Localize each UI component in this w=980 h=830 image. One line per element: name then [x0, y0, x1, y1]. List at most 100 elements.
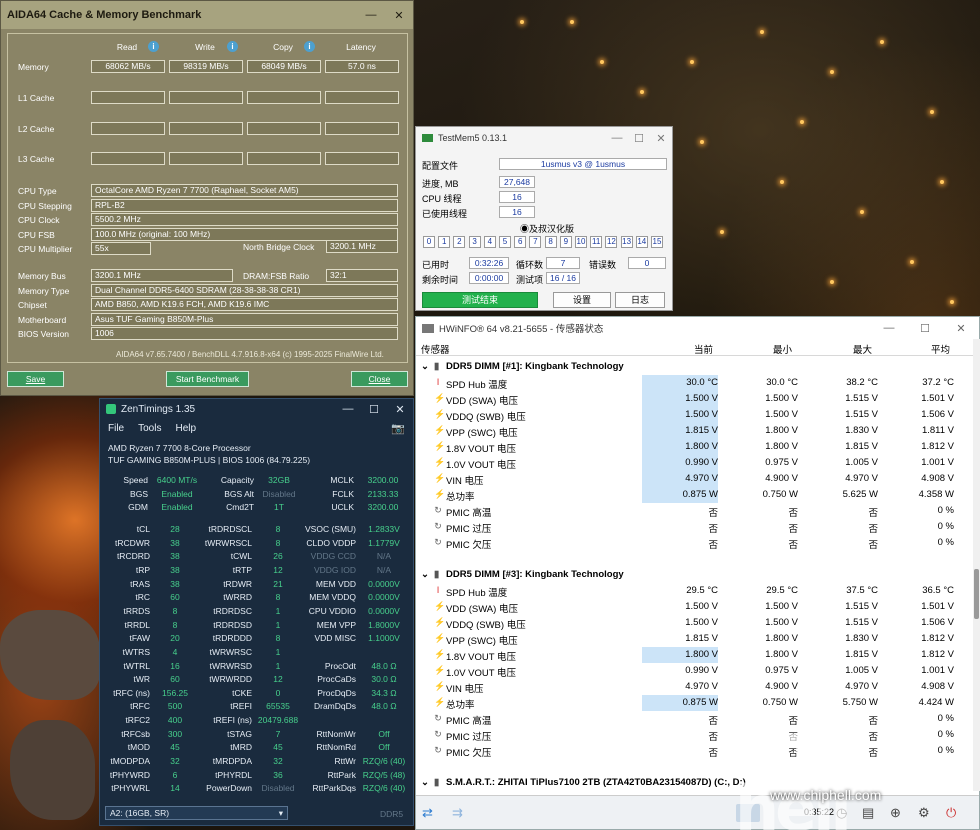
close-icon[interactable]: ✕ — [385, 1, 413, 29]
testmem5-titlebar[interactable]: TestMem5 0.13.1 — ☐ ✕ — [416, 127, 672, 149]
close-icon[interactable]: ✕ — [650, 127, 672, 149]
testmem5-window[interactable]: TestMem5 0.13.1 — ☐ ✕ 配置文件 1usmus v3 @ 1us… — [415, 126, 673, 311]
sensor-row[interactable]: ⚡ 1.0V VOUT 电压 0.990 V 0.975 V 1.005 V 1.001 … — [416, 455, 973, 471]
camera-icon[interactable]: 📷 — [391, 422, 405, 435]
maximize-icon[interactable]: ☐ — [907, 317, 943, 339]
maximize-icon[interactable]: ☐ — [628, 127, 650, 149]
sensor-min: 1.500 V — [765, 393, 798, 404]
info-icon[interactable]: i — [304, 41, 315, 52]
ember-spark — [780, 180, 784, 184]
col-max[interactable]: 最大 — [853, 342, 872, 356]
sensor-row[interactable]: ⚡ VIN 电压 4.970 V 4.900 V 4.970 V 4.908 V — [416, 471, 973, 487]
nb-clock-value: 3200.1 MHz — [326, 240, 398, 253]
log-button[interactable]: 日志 — [615, 292, 665, 308]
sensor-row[interactable]: ⚡ 总功率 0.875 W 0.750 W 5.750 W 4.424 W — [416, 695, 973, 711]
collapse-chevron-icon[interactable]: ⌄ — [421, 777, 429, 788]
status-icon: ↻ — [434, 729, 442, 739]
sensor-min: 0.750 W — [762, 489, 798, 500]
col-current[interactable]: 当前 — [694, 342, 713, 356]
progress-label: 进度, MB — [422, 179, 459, 189]
sensor-row[interactable]: ⚡ 总功率 0.875 W 0.750 W 5.625 W 4.358 W — [416, 487, 973, 503]
start-benchmark-button[interactable]: Start Benchmark — [166, 371, 249, 387]
sensor-row[interactable]: ⚡ VPP (SWC) 电压 1.815 V 1.800 V 1.830 V 1.812 … — [416, 631, 973, 647]
sensor-row[interactable]: ↻ PMIC 欠压 否 否 否 0 % — [416, 535, 973, 551]
threads-value: 16 — [499, 191, 535, 203]
collapse-chevron-icon[interactable]: ⌄ — [421, 361, 429, 372]
sensor-row[interactable]: ⚡ VDD (SWA) 电压 1.500 V 1.500 V 1.515 V 1.501 … — [416, 599, 973, 615]
voltage-label: CPU VDDIO — [308, 605, 356, 616]
sensor-row[interactable]: ↻ PMIC 高温 否 否 否 0 % — [416, 503, 973, 519]
remain-value: 0:00:00 — [469, 272, 509, 284]
ember-spark — [760, 30, 764, 34]
ember-spark — [520, 20, 524, 24]
voltage-label: DramDqDs — [313, 701, 356, 712]
sensor-group-header[interactable]: ⌄ ▮ DDR5 DIMM [#1]: Kingbank Technology — [416, 359, 973, 375]
dimm-select[interactable]: A2: (16GB, SR) ▾ — [105, 806, 288, 820]
collapse-chevron-icon[interactable]: ⌄ — [421, 569, 429, 580]
sensor-max: 1.815 V — [845, 649, 878, 660]
memory-chip-icon — [422, 134, 433, 142]
sensor-row[interactable]: ⚡ 1.8V VOUT 电压 1.800 V 1.800 V 1.815 V 1.812 … — [416, 647, 973, 663]
close-icon[interactable]: ✕ — [387, 399, 413, 419]
info-label: CPU Stepping — [18, 200, 72, 211]
info-icon[interactable]: i — [227, 41, 238, 52]
sensor-row[interactable]: ⚡ VPP (SWC) 电压 1.815 V 1.800 V 1.830 V 1.811 … — [416, 423, 973, 439]
info-value: Dual Channel DDR5-6400 SDRAM (28-38-38-3… — [91, 283, 398, 297]
ember-spark — [940, 180, 944, 184]
used-threads-label: 已使用线程 — [422, 209, 468, 219]
close-icon[interactable]: ✕ — [943, 317, 979, 339]
minimize-icon[interactable]: — — [871, 317, 907, 339]
col-min[interactable]: 最小 — [773, 342, 792, 356]
zentimings-window[interactable]: ZenTimings 1.35 — ☐ ✕ File Tools Help 📷 AM… — [99, 398, 414, 826]
info-icon[interactable]: i — [148, 41, 159, 52]
sensor-row[interactable]: ⚡ 1.0V VOUT 电压 0.990 V 0.975 V 1.005 V 1.001 … — [416, 663, 973, 679]
sensor-row[interactable]: ⚡ VDDQ (SWB) 电压 1.500 V 1.500 V 1.515 V 1.506… — [416, 407, 973, 423]
settings-button[interactable]: 设置 — [553, 292, 611, 308]
minimize-icon[interactable]: — — [606, 127, 628, 149]
voltage-icon: ⚡ — [434, 409, 446, 419]
scrollbar-thumb[interactable] — [974, 569, 979, 619]
save-button[interactable]: Save — [7, 371, 64, 387]
menu-tools[interactable]: Tools — [138, 423, 161, 434]
sensor-row[interactable]: ⚡ 1.8V VOUT 电压 1.800 V 1.800 V 1.815 V 1.812 … — [416, 439, 973, 455]
ember-spark — [640, 90, 644, 94]
info-label: Motherboard — [18, 314, 67, 325]
aida64-window[interactable]: AIDA64 Cache & Memory Benchmark — ✕ Read … — [0, 0, 414, 396]
sensor-group-header[interactable]: ⌄ ▮ DDR5 DIMM [#3]: Kingbank Technology — [416, 567, 973, 583]
maximize-icon[interactable]: ☐ — [361, 399, 387, 419]
menu-file[interactable]: File — [108, 423, 124, 434]
aida64-titlebar[interactable]: AIDA64 Cache & Memory Benchmark — ✕ — [1, 1, 413, 29]
sensor-max: 5.625 W — [842, 489, 878, 500]
close-button[interactable]: Close — [351, 371, 408, 387]
col-avg[interactable]: 平均 — [931, 342, 950, 356]
sensor-min: 1.800 V — [765, 633, 798, 644]
voltage-label: VDDG CCD — [310, 551, 356, 562]
sensor-cur: 1.815 V — [685, 425, 718, 436]
nav-arrows-icon[interactable]: ⇉ — [452, 805, 463, 821]
monitor-icon — [422, 323, 434, 333]
info-value: 5500.2 MHz — [91, 213, 398, 226]
zentimings-titlebar[interactable]: ZenTimings 1.35 — ☐ ✕ — [100, 399, 413, 419]
sensor-row[interactable]: ǀ SPD Hub 温度 30.0 °C 30.0 °C 38.2 °C 37.2 °C — [416, 375, 973, 391]
sensor-row[interactable]: ⚡ VIN 电压 4.970 V 4.900 V 4.970 V 4.908 V — [416, 679, 973, 695]
sensor-max: 4.970 V — [845, 681, 878, 692]
minimize-icon[interactable]: — — [357, 1, 385, 29]
hwinfo-titlebar[interactable]: HWiNFO® 64 v8.21-5655 - 传感器状态 — ☐ ✕ — [416, 317, 979, 339]
sensor-name: VIN 电压 — [446, 684, 484, 695]
edition-radio[interactable]: ◉及叔汉化版 — [520, 222, 574, 235]
test-finished-button[interactable]: 测试结束 — [422, 292, 538, 308]
sensor-row[interactable]: ⚡ VDD (SWA) 电压 1.500 V 1.500 V 1.515 V 1.501 … — [416, 391, 973, 407]
minimize-icon[interactable]: — — [335, 399, 361, 419]
sensor-row[interactable]: ǀ SPD Hub 温度 29.5 °C 29.5 °C 37.5 °C 36.5 °C — [416, 583, 973, 599]
col-sensor[interactable]: 传感器 — [421, 342, 450, 356]
timing-label: tWRWRSCL — [204, 537, 252, 548]
loops-label: 循环数 — [516, 260, 544, 270]
menu-help[interactable]: Help — [175, 423, 196, 434]
voltage-label: MEM VDD — [315, 578, 356, 589]
voltage-label: VDD MISC — [314, 633, 356, 644]
sensor-row[interactable]: ⚡ VDDQ (SWB) 电压 1.500 V 1.500 V 1.515 V 1.506… — [416, 615, 973, 631]
nav-arrows-icon[interactable]: ⇄ — [422, 805, 433, 821]
sensor-row[interactable]: ↻ PMIC 过压 否 否 否 0 % — [416, 519, 973, 535]
sensor-min: 4.900 V — [765, 473, 798, 484]
sensor-min: 0.975 V — [765, 457, 798, 468]
